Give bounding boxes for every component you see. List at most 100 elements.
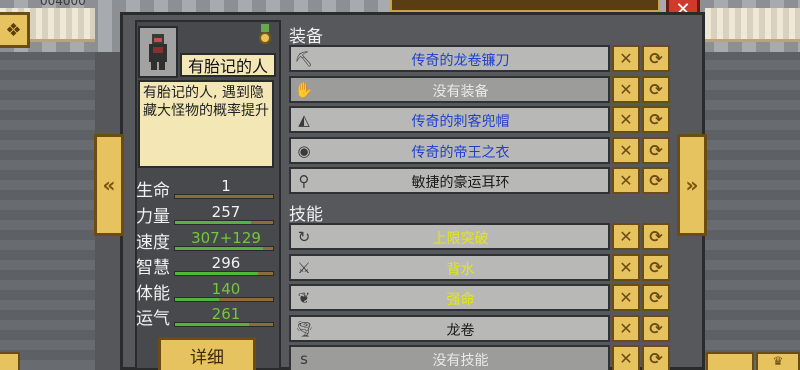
swap-icon: ⟳ xyxy=(649,140,663,160)
swap-button[interactable]: ⟳ xyxy=(642,345,670,370)
detail-button[interactable]: 详细 xyxy=(158,337,256,370)
empty-skill-icon: s xyxy=(300,350,308,368)
swap-button[interactable]: ⟳ xyxy=(642,136,670,164)
equipment-name: 没有装备 xyxy=(432,83,489,100)
equipment-name: 传奇的帝王之衣 xyxy=(411,144,510,161)
stat-row: 体能 140 xyxy=(136,279,278,305)
close-icon: ✕ xyxy=(619,79,633,99)
menu-button[interactable]: ❖ xyxy=(0,12,30,48)
swap-button[interactable]: ⟳ xyxy=(642,167,670,194)
equipment-slot[interactable]: ◉ 传奇的帝王之衣 xyxy=(289,136,610,164)
background-tile-right xyxy=(705,8,800,42)
glove-icon: ✋ xyxy=(294,80,314,99)
earring-icon: ⚲ xyxy=(298,172,310,190)
swap-icon: ⟳ xyxy=(649,110,663,129)
unequip-button[interactable]: ✕ xyxy=(612,223,640,250)
stat-label: 速度 xyxy=(136,233,170,253)
stat-row: 力量 257 xyxy=(136,202,278,228)
stat-bar-fill xyxy=(175,247,264,250)
swap-icon: ⟳ xyxy=(649,288,663,307)
stat-label: 体能 xyxy=(136,284,170,304)
skill-slot[interactable]: 🌪 龙卷 xyxy=(289,314,610,342)
skill-name: 没有技能 xyxy=(432,353,489,369)
swap-button[interactable]: ⟳ xyxy=(642,284,670,311)
medal-icon xyxy=(257,24,273,46)
title-banner xyxy=(390,0,660,12)
swap-icon: ⟳ xyxy=(649,257,663,277)
skill-name: 强命 xyxy=(446,292,475,308)
swap-icon: ⟳ xyxy=(649,349,663,368)
stat-row: 速度 307+129 xyxy=(136,228,278,254)
corner-button-right-2[interactable]: ♛ xyxy=(756,352,800,370)
skill-slot[interactable]: ⚔ 背水 xyxy=(289,253,610,281)
unequip-button[interactable]: ✕ xyxy=(612,253,640,281)
double-chevron-right-icon: » xyxy=(685,173,699,197)
close-icon: ✕ xyxy=(619,227,633,246)
swap-button[interactable]: ⟳ xyxy=(642,45,670,72)
stat-bar-fill xyxy=(175,221,252,224)
next-hero-button[interactable]: » xyxy=(677,134,707,236)
swap-button[interactable]: ⟳ xyxy=(642,223,670,250)
gold-amount: 004000 xyxy=(40,0,86,8)
stat-value: 296 xyxy=(211,254,241,272)
swap-button[interactable]: ⟳ xyxy=(642,106,670,133)
double-chevron-left-icon: « xyxy=(102,173,116,197)
unequip-button[interactable]: ✕ xyxy=(612,75,640,103)
stat-bar-fill xyxy=(175,272,259,275)
prev-hero-button[interactable]: « xyxy=(94,134,124,236)
unequip-button[interactable]: ✕ xyxy=(612,314,640,342)
limit-break-icon: ↻ xyxy=(297,228,311,246)
equipment-name: 敏捷的豪运耳环 xyxy=(411,175,510,191)
skill-slot[interactable]: ↻ 上限突破 xyxy=(289,223,610,250)
hood-icon: ◭ xyxy=(298,111,310,129)
equipment-slot[interactable]: ◭ 传奇的刺客兜帽 xyxy=(289,106,610,133)
swap-button[interactable]: ⟳ xyxy=(642,314,670,342)
equipment-name: 传奇的刺客兜帽 xyxy=(411,114,510,130)
skill-name: 上限突破 xyxy=(432,231,489,247)
corner-button-right-1[interactable] xyxy=(706,352,754,370)
close-icon: ✕ xyxy=(619,140,633,160)
swap-icon: ⟳ xyxy=(649,171,663,190)
close-icon: ✕ xyxy=(619,257,633,277)
unequip-button[interactable]: ✕ xyxy=(612,45,640,72)
unequip-button[interactable]: ✕ xyxy=(612,106,640,133)
swap-icon: ⟳ xyxy=(649,49,663,68)
skill-slot[interactable]: s 没有技能 xyxy=(289,345,610,370)
stat-value: 307+129 xyxy=(191,229,261,247)
swap-button[interactable]: ⟳ xyxy=(642,253,670,281)
stat-row: 生命 1 xyxy=(136,176,278,202)
unequip-button[interactable]: ✕ xyxy=(612,167,640,194)
scroll-icon: ❖ xyxy=(5,19,22,41)
corner-button-left[interactable] xyxy=(0,352,20,370)
crown-icon: ♛ xyxy=(772,354,784,368)
character-description: 有胎记的人, 遇到隐藏大怪物的概率提升 xyxy=(138,80,274,168)
unequip-button[interactable]: ✕ xyxy=(612,136,640,164)
unequip-button[interactable]: ✕ xyxy=(612,345,640,370)
stat-value: 140 xyxy=(211,280,241,298)
stat-row: 智慧 296 xyxy=(136,253,278,279)
equipment-slot[interactable]: ⚲ 敏捷的豪运耳环 xyxy=(289,167,610,194)
close-icon: ✕ xyxy=(619,288,633,307)
skill-slot[interactable]: ❦ 强命 xyxy=(289,284,610,311)
character-name: 有胎记的人 xyxy=(180,53,276,77)
equipment-title: 装备 xyxy=(289,27,323,47)
close-icon: ✕ xyxy=(619,318,633,338)
swap-button[interactable]: ⟳ xyxy=(642,75,670,103)
tornado-icon: 🌪 xyxy=(294,319,314,338)
stat-label: 生命 xyxy=(136,181,170,201)
stat-value: 261 xyxy=(211,305,241,323)
equipment-slot[interactable]: ⛏ 传奇的龙卷镰刀 xyxy=(289,45,610,72)
unequip-button[interactable]: ✕ xyxy=(612,284,640,311)
close-icon: ✕ xyxy=(619,110,633,129)
swap-icon: ⟳ xyxy=(649,79,663,99)
equipment-slot[interactable]: ✋ 没有装备 xyxy=(289,75,610,103)
character-portrait xyxy=(138,26,178,78)
skill-name: 龙卷 xyxy=(446,322,475,339)
stat-bar-fill xyxy=(175,323,249,326)
skill-name: 背水 xyxy=(446,261,475,278)
stat-bar-fill xyxy=(175,298,220,301)
background-side-left xyxy=(0,52,95,370)
stat-label: 运气 xyxy=(136,309,170,329)
pickaxe-icon: ⛏ xyxy=(294,50,314,68)
swap-icon: ⟳ xyxy=(649,318,663,338)
